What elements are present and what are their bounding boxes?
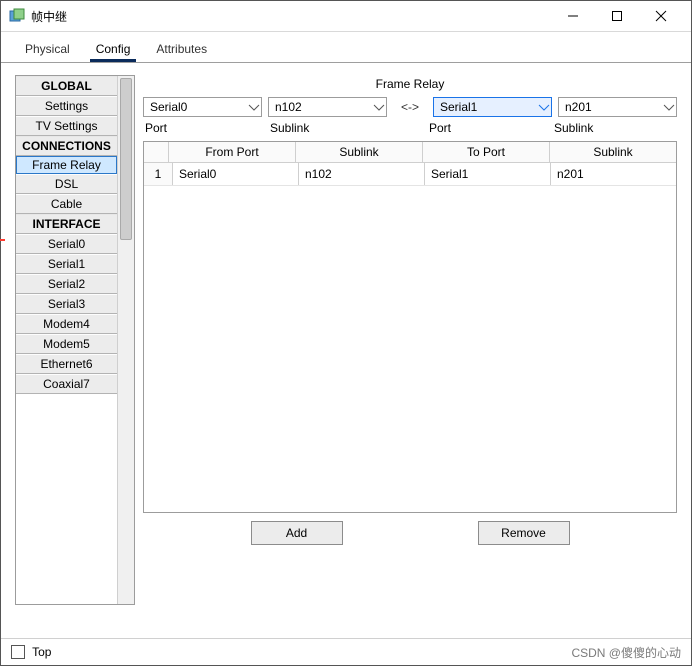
- sidebar-item[interactable]: DSL: [16, 174, 117, 194]
- top-checkbox[interactable]: [11, 645, 25, 659]
- table-row[interactable]: 1Serial0n102Serial1n201: [144, 163, 676, 186]
- sidebar-item[interactable]: Serial0: [16, 234, 117, 254]
- from-sublink-select[interactable]: n102: [268, 97, 387, 117]
- sidebar-header: GLOBAL: [16, 76, 117, 96]
- to-sublink-select[interactable]: n201: [558, 97, 677, 117]
- cell-sublink-a: n102: [299, 163, 425, 185]
- col-sublink-a: Sublink: [296, 142, 423, 162]
- statusbar: Top CSDN @傻傻的心动: [1, 638, 691, 665]
- sidebar-item[interactable]: Coaxial7: [16, 374, 117, 394]
- sidebar-header: INTERFACE: [16, 214, 117, 234]
- action-row: Add Remove: [143, 513, 677, 553]
- tab-physical[interactable]: Physical: [19, 38, 76, 62]
- from-port-value: Serial0: [150, 100, 187, 114]
- sidebar: GLOBALSettingsTV SettingsCONNECTIONSFram…: [15, 75, 135, 605]
- top-checkbox-label: Top: [32, 645, 51, 659]
- annotation-mark: [0, 239, 5, 241]
- label-sublink-left: Sublink: [268, 121, 393, 135]
- window-close-button[interactable]: [639, 2, 683, 30]
- window-minimize-button[interactable]: [551, 2, 595, 30]
- window-maximize-button[interactable]: [595, 2, 639, 30]
- sidebar-item[interactable]: Modem4: [16, 314, 117, 334]
- col-to-port: To Port: [423, 142, 550, 162]
- tab-config[interactable]: Config: [90, 38, 137, 62]
- sidebar-header: CONNECTIONS: [16, 136, 117, 156]
- tabstrip: Physical Config Attributes: [1, 32, 691, 63]
- table-empty-area[interactable]: [144, 186, 676, 512]
- watermark: CSDN @傻傻的心动: [571, 644, 681, 661]
- to-port-value: Serial1: [440, 100, 477, 114]
- body: GLOBALSettingsTV SettingsCONNECTIONSFram…: [1, 63, 691, 638]
- label-port-right: Port: [427, 121, 552, 135]
- sidebar-item[interactable]: Serial2: [16, 274, 117, 294]
- sidebar-item[interactable]: Modem5: [16, 334, 117, 354]
- titlebar: 帧中继: [1, 1, 691, 32]
- from-sublink-value: n102: [275, 100, 302, 114]
- cell-from-port: Serial0: [173, 163, 299, 185]
- selector-labels: Port Sublink Port Sublink: [143, 121, 677, 135]
- table-header: From Port Sublink To Port Sublink: [144, 142, 676, 163]
- sidebar-item[interactable]: Settings: [16, 96, 117, 116]
- cell-sublink-b: n201: [551, 163, 676, 185]
- cell-to-port: Serial1: [425, 163, 551, 185]
- mapping-selectors: Serial0 n102 <-> Serial1: [143, 97, 677, 117]
- bidirectional-label: <->: [393, 100, 427, 114]
- sidebar-item[interactable]: Ethernet6: [16, 354, 117, 374]
- remove-button[interactable]: Remove: [478, 521, 570, 545]
- label-sublink-right: Sublink: [552, 121, 677, 135]
- cell-index: 1: [144, 163, 173, 185]
- sidebar-item[interactable]: Frame Relay: [16, 156, 117, 174]
- to-port-select[interactable]: Serial1: [433, 97, 552, 117]
- sidebar-item[interactable]: Serial1: [16, 254, 117, 274]
- add-button[interactable]: Add: [251, 521, 343, 545]
- col-sublink-b: Sublink: [550, 142, 676, 162]
- app-icon: [9, 8, 25, 24]
- chevron-down-icon: [664, 100, 674, 114]
- top-checkbox-wrap[interactable]: Top: [11, 645, 51, 660]
- tab-attributes[interactable]: Attributes: [150, 38, 213, 62]
- mapping-table: From Port Sublink To Port Sublink 1Seria…: [143, 141, 677, 513]
- chevron-down-icon: [374, 100, 384, 114]
- col-from-port: From Port: [169, 142, 296, 162]
- main-panel: Frame Relay Serial0 n102 <-> Serial1: [143, 75, 677, 630]
- label-port-left: Port: [143, 121, 268, 135]
- sidebar-item[interactable]: Cable: [16, 194, 117, 214]
- panel-heading: Frame Relay: [143, 75, 677, 97]
- scrollbar-thumb[interactable]: [120, 78, 132, 240]
- sidebar-item[interactable]: TV Settings: [16, 116, 117, 136]
- col-index: [144, 142, 169, 162]
- chevron-down-icon: [249, 100, 259, 114]
- window-title: 帧中继: [31, 8, 67, 25]
- chevron-down-icon: [539, 100, 549, 114]
- from-port-select[interactable]: Serial0: [143, 97, 262, 117]
- to-sublink-value: n201: [565, 100, 592, 114]
- window: 帧中继 Physical Config Attributes GLOBALSet…: [0, 0, 692, 666]
- sidebar-scrollbar[interactable]: [117, 76, 134, 604]
- sidebar-item[interactable]: Serial3: [16, 294, 117, 314]
